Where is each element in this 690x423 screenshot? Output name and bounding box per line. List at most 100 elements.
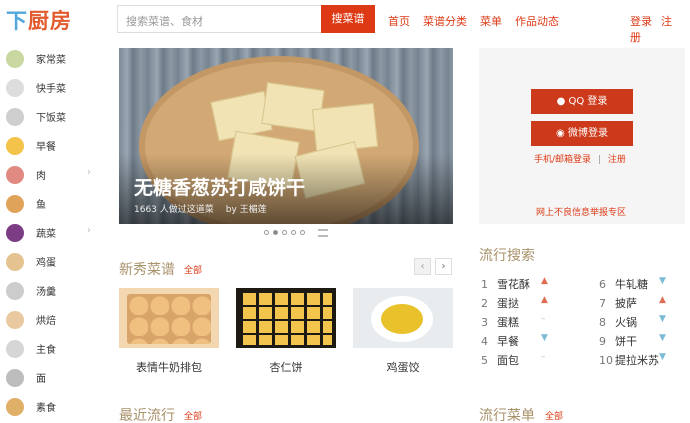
hot-search-term: 披萨 <box>615 297 637 310</box>
hot-menus-all-link[interactable]: 全部 <box>545 409 563 422</box>
hot-search-term: 蛋糕 <box>497 316 519 329</box>
recipe-caption[interactable]: 鸡蛋饺 <box>353 359 453 375</box>
login-panel: ● QQ 登录 ◉ 微博登录 手机/邮箱登录 | 注册 网上不良信息举报专区 <box>479 48 685 224</box>
sidebar-item-label: 主食 <box>36 345 56 356</box>
trend-down-icon: ▼ <box>659 333 666 343</box>
carousel-dot[interactable] <box>300 230 305 235</box>
hot-search-term: 雪花酥 <box>497 278 530 291</box>
sidebar-item[interactable]: 鱼 <box>0 189 105 218</box>
trend-up-icon: ▲ <box>659 295 666 305</box>
hot-search-term: 火锅 <box>615 316 637 329</box>
login-links: 手机/邮箱登录 | 注册 <box>534 152 626 165</box>
hot-search-item[interactable]: 1 雪花酥 ▲ <box>481 276 581 293</box>
hero-meta: 1663 人做过这道菜 by 王楣莲 <box>134 202 279 215</box>
hero-banner[interactable]: 无糖香葱苏打咸饼干 1663 人做过这道菜 by 王楣莲 <box>119 48 453 224</box>
dish-icon <box>6 49 24 68</box>
sidebar-item[interactable]: 汤羹 <box>0 276 105 305</box>
weibo-login-button[interactable]: ◉ 微博登录 <box>531 121 633 146</box>
recipe-thumb-milk-bread[interactable] <box>119 288 219 348</box>
hot-search-item[interactable]: 10 提拉米苏 ▼ <box>599 352 690 369</box>
new-recipes-all-link[interactable]: 全部 <box>184 263 202 276</box>
hot-search-term: 饼干 <box>615 335 637 348</box>
sidebar-item-label: 蔬菜 <box>36 229 56 240</box>
trend-down-icon: ▼ <box>659 352 666 362</box>
recent-title: 最近流行 <box>119 408 175 423</box>
hero-title[interactable]: 无糖香葱苏打咸饼干 <box>134 173 305 200</box>
hot-search-rank: 4 <box>481 335 488 348</box>
phone-login-link[interactable]: 手机/邮箱登录 <box>534 155 591 165</box>
sun-icon <box>6 136 24 155</box>
sidebar-item[interactable]: 主食 <box>0 334 105 363</box>
hot-search-term: 面包 <box>497 354 519 367</box>
recent-all-link[interactable]: 全部 <box>184 409 202 422</box>
carousel-dot[interactable] <box>264 230 269 235</box>
carousel-dot[interactable] <box>282 230 287 235</box>
carousel-dot[interactable] <box>273 230 278 235</box>
site-logo[interactable]: 下厨房 <box>6 5 72 35</box>
sidebar-item-label: 鸡蛋 <box>36 258 56 269</box>
sidebar-item[interactable]: 素食 <box>0 392 105 421</box>
hot-search-rank: 8 <box>599 316 606 329</box>
qq-login-button[interactable]: ● QQ 登录 <box>531 89 633 114</box>
hot-search-item[interactable]: 3 蛋糕 – <box>481 314 581 331</box>
prev-arrow-icon[interactable]: ‹ <box>414 258 431 275</box>
sidebar-item[interactable]: 下饭菜 <box>0 102 105 131</box>
sidebar-item[interactable]: 肉 › <box>0 160 105 189</box>
hot-search-rank: 5 <box>481 354 488 367</box>
cookie-grid <box>240 291 332 345</box>
login-link[interactable]: 登录 <box>630 15 652 28</box>
panel-register-link[interactable]: 注册 <box>608 155 626 165</box>
sidebar-item-label: 鱼 <box>36 200 46 211</box>
trend-down-icon: ▼ <box>659 276 666 286</box>
logo-part2: 厨房 <box>28 9 72 33</box>
hot-search-item[interactable]: 2 蛋挞 ▲ <box>481 295 581 312</box>
hot-search-item[interactable]: 8 火锅 ▼ <box>599 314 690 331</box>
sidebar-item[interactable]: 面 <box>0 363 105 392</box>
hot-search-item[interactable]: 9 饼干 ▼ <box>599 333 690 350</box>
sidebar-item[interactable]: 蔬菜 › <box>0 218 105 247</box>
clock-icon <box>6 78 24 97</box>
next-arrow-icon[interactable]: › <box>435 258 452 275</box>
noodle-bowl-icon <box>6 368 24 387</box>
hot-search-rank: 3 <box>481 316 488 329</box>
nav-categories[interactable]: 菜谱分类 <box>423 13 467 29</box>
nav-works[interactable]: 作品动态 <box>515 13 559 29</box>
category-sidebar: 家常菜 快手菜 下饭菜 早餐肉 › 鱼蔬菜 › 鸡蛋 汤羹 烘焙 主食面素食 <box>0 44 105 421</box>
chevron-right-icon: › <box>87 167 91 178</box>
nav-home[interactable]: 首页 <box>388 13 410 29</box>
carousel-dot[interactable] <box>291 230 296 235</box>
rice-bowl-icon <box>6 339 24 358</box>
sidebar-item[interactable]: 烘焙 <box>0 305 105 334</box>
recipe-thumb-egg-dumpling[interactable] <box>353 288 453 348</box>
cookie-icon <box>6 310 24 329</box>
report-link[interactable]: 网上不良信息举报专区 <box>536 205 626 218</box>
sidebar-item-label: 家常菜 <box>36 55 66 66</box>
hot-search-item[interactable]: 7 披萨 ▲ <box>599 295 690 312</box>
fish-icon <box>6 194 24 213</box>
bread-pattern <box>127 294 211 344</box>
sidebar-item[interactable]: 快手菜 <box>0 73 105 102</box>
sidebar-item[interactable]: 鸡蛋 <box>0 247 105 276</box>
recipe-caption[interactable]: 杏仁饼 <box>236 359 336 375</box>
recipe-thumb-almond-cookie[interactable] <box>236 288 336 348</box>
sidebar-item[interactable]: 家常菜 <box>0 44 105 73</box>
hot-search-item[interactable]: 5 面包 – <box>481 352 581 369</box>
sidebar-item[interactable]: 早餐 <box>0 131 105 160</box>
recipe-caption[interactable]: 表情牛奶排包 <box>119 359 219 375</box>
hero-author[interactable]: by 王楣莲 <box>226 205 267 215</box>
hero-made-count: 1663 人做过这道菜 <box>134 205 214 215</box>
hot-search-item[interactable]: 4 早餐 ▼ <box>481 333 581 350</box>
hot-search-item[interactable]: 6 牛轧糖 ▼ <box>599 276 690 293</box>
chevron-right-icon: › <box>87 225 91 236</box>
new-recipes-title: 新秀菜谱 <box>119 262 175 278</box>
sidebar-item-label: 肉 <box>36 171 46 182</box>
sidebar-item-label: 面 <box>36 374 46 385</box>
sidebar-item-label: 素食 <box>36 403 56 414</box>
list-icon[interactable] <box>318 229 328 237</box>
nav-menus[interactable]: 菜单 <box>480 13 502 29</box>
search-button[interactable]: 搜菜谱 <box>321 5 375 33</box>
hot-search-title: 流行搜索 <box>479 248 535 264</box>
hot-search-rank: 6 <box>599 278 606 291</box>
hot-search-rank: 9 <box>599 335 606 348</box>
sidebar-item-label: 汤羹 <box>36 287 56 298</box>
